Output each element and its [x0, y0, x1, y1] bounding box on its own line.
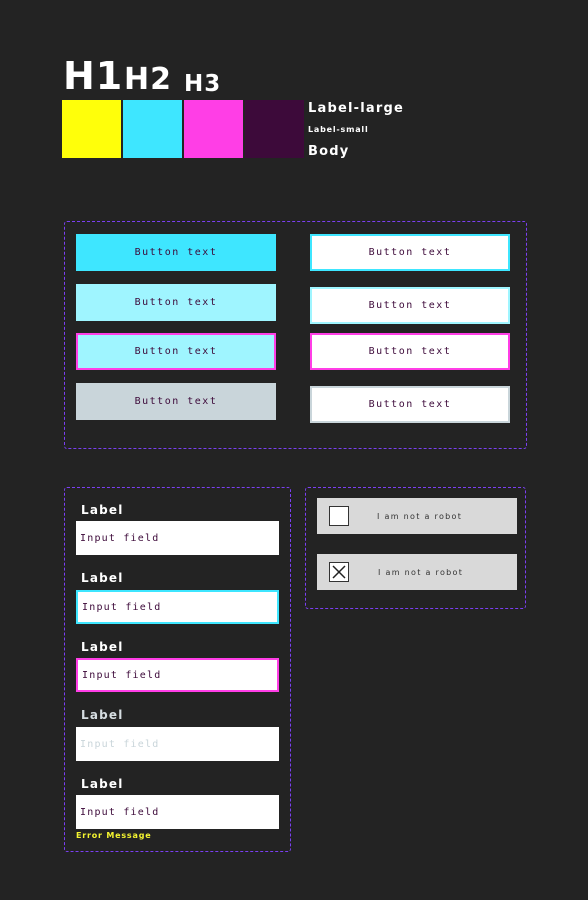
input-label-hover: Label	[81, 571, 124, 585]
swatch-dark-purple	[245, 100, 304, 158]
label-large-sample: Label-large	[308, 101, 404, 116]
input-field-disabled[interactable]: Input field	[76, 727, 279, 761]
input-label-default: Label	[81, 503, 124, 517]
error-message: Error Message	[76, 831, 152, 840]
label-small-sample: Label-small	[308, 125, 369, 134]
body-sample: Body	[308, 144, 350, 159]
heading-h1-sample: H1	[63, 54, 124, 98]
input-field-default[interactable]: Input field	[76, 521, 279, 555]
primary-button-disabled[interactable]: Button text	[76, 383, 276, 420]
input-label-error: Label	[81, 777, 124, 791]
captcha-checked: I am not a robot	[317, 554, 517, 590]
input-field-hover[interactable]: Input field	[76, 590, 279, 624]
swatch-yellow	[62, 100, 121, 158]
secondary-button-hover[interactable]: Button text	[310, 287, 510, 324]
checkbox-checked[interactable]	[329, 562, 349, 582]
secondary-button[interactable]: Button text	[310, 234, 510, 271]
captcha-unchecked: I am not a robot	[317, 498, 517, 534]
primary-button-hover[interactable]: Button text	[76, 284, 276, 321]
input-field-focus[interactable]: Input field	[76, 658, 279, 692]
input-field-error[interactable]: Input field	[76, 795, 279, 829]
close-x-icon	[332, 565, 346, 579]
checkbox-unchecked[interactable]	[329, 506, 349, 526]
input-label-disabled: Label	[81, 708, 124, 722]
captcha-label: I am not a robot	[377, 511, 463, 521]
swatch-cyan	[123, 100, 182, 158]
heading-h2-sample: H2	[124, 62, 172, 97]
input-label-focus: Label	[81, 640, 124, 654]
captcha-label: I am not a robot	[378, 567, 464, 577]
heading-h3-sample: H3	[184, 71, 222, 97]
primary-button[interactable]: Button text	[76, 234, 276, 271]
secondary-button-focus[interactable]: Button text	[310, 333, 510, 370]
secondary-button-disabled[interactable]: Button text	[310, 386, 510, 423]
primary-button-focus[interactable]: Button text	[76, 333, 276, 370]
swatch-magenta	[184, 100, 243, 158]
